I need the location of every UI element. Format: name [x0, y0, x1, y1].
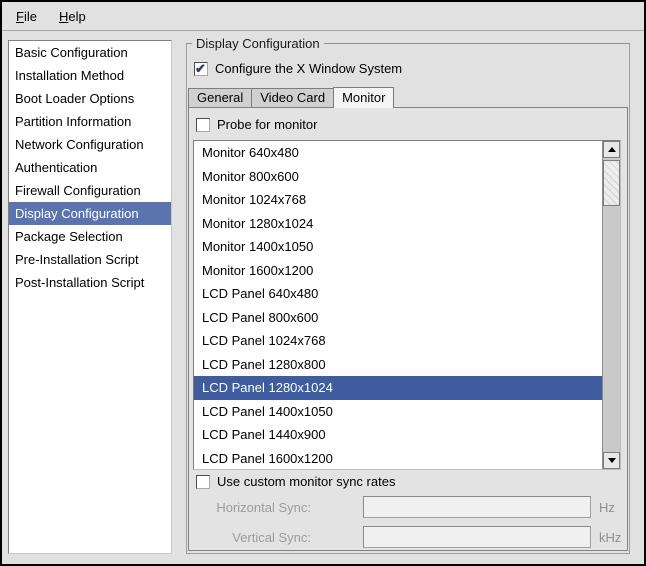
- monitor-list-item[interactable]: LCD Panel 1600x1200: [194, 447, 602, 470]
- sidebar-item[interactable]: Authentication: [9, 156, 171, 179]
- arrow-down-icon: [608, 458, 616, 463]
- custom-sync-checkbox[interactable]: ✔: [196, 475, 210, 489]
- menu-item[interactable]: Help: [56, 7, 89, 26]
- probe-monitor-checkbox-row[interactable]: ✔ Probe for monitor: [196, 117, 317, 132]
- monitor-list-item[interactable]: LCD Panel 800x600: [194, 306, 602, 330]
- menubar: File Help: [2, 2, 644, 31]
- horizontal-sync-unit: Hz: [599, 500, 615, 515]
- monitor-list-item[interactable]: LCD Panel 640x480: [194, 282, 602, 306]
- sidebar-item[interactable]: Partition Information: [9, 110, 171, 133]
- monitor-list-item[interactable]: Monitor 1400x1050: [194, 235, 602, 259]
- sidebar-section-list: Basic Configuration Installation Method …: [8, 40, 172, 554]
- sidebar-item[interactable]: Display Configuration: [9, 202, 171, 225]
- monitor-list-item[interactable]: Monitor 800x600: [194, 165, 602, 189]
- sidebar-item[interactable]: Basic Configuration: [9, 41, 171, 64]
- horizontal-sync-row: Horizontal Sync: Hz: [189, 495, 627, 519]
- sidebar-item[interactable]: Boot Loader Options: [9, 87, 171, 110]
- vertical-sync-label: Vertical Sync:: [189, 530, 311, 545]
- app-window: File Help Basic Configuration Installati…: [0, 0, 646, 566]
- sidebar-item[interactable]: Firewall Configuration: [9, 179, 171, 202]
- tab[interactable]: Video Card: [251, 88, 334, 107]
- monitor-list-item[interactable]: Monitor 1024x768: [194, 188, 602, 212]
- probe-monitor-label: Probe for monitor: [217, 117, 317, 132]
- scroll-up-button[interactable]: [603, 141, 620, 158]
- tab[interactable]: General: [188, 88, 252, 107]
- scroll-down-button[interactable]: [603, 452, 620, 469]
- monitor-list-scrollbar[interactable]: [602, 141, 620, 469]
- horizontal-sync-input[interactable]: [363, 496, 591, 518]
- scrollbar-thumb[interactable]: [603, 160, 620, 206]
- configure-x-label: Configure the X Window System: [215, 61, 402, 76]
- monitor-list-item[interactable]: Monitor 1280x1024: [194, 212, 602, 236]
- tab-bar: General Video Card Monitor: [188, 86, 628, 107]
- sidebar-item[interactable]: Post-Installation Script: [9, 271, 171, 294]
- monitor-list-item[interactable]: LCD Panel 1440x900: [194, 423, 602, 447]
- configure-x-checkbox-row[interactable]: ✔ Configure the X Window System: [194, 61, 402, 76]
- configure-x-checkbox[interactable]: ✔: [194, 62, 208, 76]
- monitor-list-container: Monitor 640x480 Monitor 800x600 Monitor …: [193, 140, 621, 470]
- check-icon: ✔: [195, 61, 206, 77]
- monitor-list: Monitor 640x480 Monitor 800x600 Monitor …: [194, 141, 602, 469]
- monitor-list-item[interactable]: LCD Panel 1280x800: [194, 353, 602, 377]
- vertical-sync-input[interactable]: [363, 526, 591, 548]
- sidebar-item[interactable]: Network Configuration: [9, 133, 171, 156]
- sidebar-item[interactable]: Pre-Installation Script: [9, 248, 171, 271]
- menu-item[interactable]: File: [13, 7, 40, 26]
- monitor-list-item[interactable]: LCD Panel 1024x768: [194, 329, 602, 353]
- horizontal-sync-label: Horizontal Sync:: [189, 500, 311, 515]
- tab[interactable]: Monitor: [333, 87, 394, 108]
- scrollbar-track[interactable]: [603, 158, 620, 452]
- probe-monitor-checkbox[interactable]: ✔: [196, 118, 210, 132]
- display-configuration-group: Display Configuration ✔ Configure the X …: [186, 43, 630, 554]
- monitor-tab-page: ✔ Probe for monitor Monitor 640x480 Moni…: [188, 107, 628, 551]
- group-title: Display Configuration: [192, 36, 324, 51]
- sidebar-item[interactable]: Package Selection: [9, 225, 171, 248]
- custom-sync-label: Use custom monitor sync rates: [217, 474, 395, 489]
- custom-sync-checkbox-row[interactable]: ✔ Use custom monitor sync rates: [196, 474, 395, 489]
- vertical-sync-row: Vertical Sync: kHz: [189, 525, 627, 549]
- monitor-list-item[interactable]: Monitor 1600x1200: [194, 259, 602, 283]
- monitor-list-item[interactable]: LCD Panel 1400x1050: [194, 400, 602, 424]
- monitor-list-item[interactable]: LCD Panel 1280x1024: [194, 376, 602, 400]
- arrow-up-icon: [608, 147, 616, 152]
- vertical-sync-unit: kHz: [599, 530, 621, 545]
- sidebar-item[interactable]: Installation Method: [9, 64, 171, 87]
- monitor-list-item[interactable]: Monitor 640x480: [194, 141, 602, 165]
